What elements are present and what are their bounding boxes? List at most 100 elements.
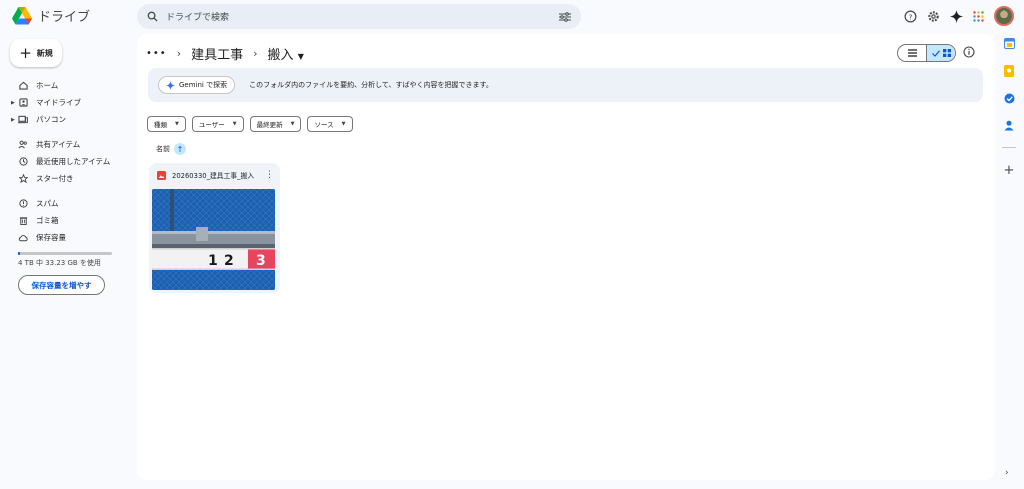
sidebar-item-label: パソコン <box>36 115 66 124</box>
breadcrumb-current[interactable]: 搬入 ▼ <box>268 44 304 63</box>
chevron-right-icon: › <box>253 47 258 60</box>
trash-icon <box>18 216 28 225</box>
expand-caret-icon[interactable]: ▶ <box>11 117 15 123</box>
breadcrumb-current-label: 搬入 <box>267 48 294 63</box>
sidebar-item-label: マイドライブ <box>36 98 81 107</box>
app-name: ドライブ <box>38 10 91 25</box>
filter-label: ソース <box>314 121 334 129</box>
caret-down-icon: ▼ <box>290 121 295 127</box>
sidebar-item-my-drive[interactable]: ▶ マイドライブ <box>10 94 120 111</box>
filter-label: 種類 <box>154 121 167 129</box>
main-panel: ••• › 建具工事 › 搬入 ▼ Gemini で探索 このフォルダ内のファイ… <box>137 34 995 480</box>
google-drive-icon <box>12 6 32 24</box>
keep-icon[interactable] <box>1004 65 1014 77</box>
apps-grid-icon[interactable] <box>973 10 984 22</box>
sidebar-item-label: ゴミ箱 <box>36 216 59 225</box>
gemini-explore-button[interactable]: Gemini で探索 <box>158 76 236 94</box>
caret-down-icon: ▼ <box>297 52 304 61</box>
sidebar-item-label: 共有アイテム <box>36 140 81 149</box>
gemini-prompt-text: このフォルダ内のファイルを要約、分析して、すばやく内容を把握できます。 <box>249 81 493 89</box>
cloud-icon <box>18 234 28 242</box>
svg-text:3: 3 <box>256 253 266 269</box>
image-file-icon <box>157 170 166 180</box>
file-thumbnail[interactable]: 1 2 3 <box>152 189 275 290</box>
nav-group-shared: 共有アイテム 最近使用したアイテム スター付き <box>10 136 120 187</box>
svg-text:2: 2 <box>224 253 234 269</box>
caret-down-icon: ▼ <box>175 121 179 127</box>
filter-people[interactable]: ユーザー ▼ <box>191 116 244 132</box>
rail-divider <box>1002 147 1016 148</box>
list-view-button[interactable] <box>898 45 926 61</box>
computers-icon <box>18 115 28 124</box>
chevron-right-icon: › <box>176 47 182 60</box>
sort-by-name[interactable]: 名前 ↑ <box>156 143 186 155</box>
new-button[interactable]: + 新規 <box>10 39 62 67</box>
file-name: 20260330_建具工事_搬入 <box>172 172 255 180</box>
caret-down-icon: ▼ <box>341 121 346 127</box>
filter-type[interactable]: 種類 ▼ <box>147 116 186 132</box>
tasks-icon[interactable] <box>1004 93 1015 104</box>
svg-text:?: ? <box>909 12 913 21</box>
plus-icon: + <box>19 43 32 62</box>
list-icon <box>907 49 917 57</box>
settings-icon[interactable] <box>927 10 940 23</box>
filter-modified[interactable]: 最終更新 ▼ <box>249 116 302 132</box>
filter-label: ユーザー <box>198 121 225 129</box>
side-panel-rail: + <box>997 38 1021 177</box>
sidebar-item-recent[interactable]: 最近使用したアイテム <box>10 153 120 170</box>
home-icon <box>18 81 28 90</box>
calendar-icon[interactable] <box>1003 38 1015 49</box>
check-icon <box>931 49 940 57</box>
gemini-button-label: Gemini で探索 <box>179 81 228 89</box>
sidebar-item-starred[interactable]: スター付き <box>10 170 120 187</box>
contacts-icon[interactable] <box>1004 120 1014 131</box>
more-options-icon[interactable]: ⋮ <box>265 170 274 180</box>
grid-view-button[interactable] <box>926 45 955 61</box>
spam-icon <box>18 199 28 208</box>
grid-icon <box>942 49 951 57</box>
sidebar-item-shared[interactable]: 共有アイテム <box>10 136 120 153</box>
get-more-storage-button[interactable]: 保存容量を増やす <box>18 275 105 295</box>
my-drive-icon <box>18 98 28 107</box>
sidebar-item-label: スパム <box>36 199 59 208</box>
sidebar-item-computers[interactable]: ▶ パソコン <box>10 111 120 128</box>
breadcrumb: ••• › 建具工事 › 搬入 ▼ <box>146 44 304 63</box>
filter-source[interactable]: ソース ▼ <box>307 116 353 132</box>
search-icon <box>147 11 158 22</box>
drive-logo[interactable]: ドライブ <box>12 6 90 25</box>
storage-usage-text: 4 TB 中 33.23 GB を使用 <box>18 259 101 267</box>
help-icon[interactable]: ? <box>904 10 917 23</box>
file-card[interactable]: 20260330_建具工事_搬入 ⋮ 1 2 3 <box>149 163 280 293</box>
breadcrumb-more-icon[interactable]: ••• <box>146 48 167 59</box>
account-avatar[interactable] <box>994 6 1014 26</box>
nav-group-main: ホーム ▶ マイドライブ ▶ パソコン <box>10 77 120 128</box>
sidebar-item-home[interactable]: ホーム <box>10 77 120 94</box>
search-options-icon[interactable] <box>559 11 571 22</box>
expand-caret-icon[interactable]: ▶ <box>11 100 15 106</box>
search-input[interactable]: ドライブで検索 <box>166 10 559 23</box>
sidebar-item-trash[interactable]: ゴミ箱 <box>10 212 120 229</box>
storage-meter <box>18 252 112 255</box>
sidebar-item-label: 最近使用したアイテム <box>36 157 111 166</box>
sidebar-item-label: スター付き <box>36 174 74 183</box>
sort-label: 名前 <box>156 145 170 153</box>
storage-meter-fill <box>18 252 20 255</box>
recent-icon <box>18 157 28 166</box>
search-bar[interactable]: ドライブで検索 <box>137 4 581 29</box>
gemini-banner: Gemini で探索 このフォルダ内のファイルを要約、分析して、すばやく内容を把… <box>148 68 983 102</box>
sidebar-item-spam[interactable]: スパム <box>10 195 120 212</box>
gemini-icon[interactable] <box>950 9 963 23</box>
sidebar-item-label: ホーム <box>36 81 59 90</box>
shared-icon <box>18 140 28 149</box>
sidebar-item-label: 保存容量 <box>36 233 66 242</box>
new-button-label: 新規 <box>36 48 53 58</box>
info-icon[interactable] <box>963 46 975 58</box>
add-addon-icon[interactable]: + <box>1004 164 1015 177</box>
chevron-right-icon[interactable]: › <box>1005 468 1009 478</box>
breadcrumb-parent[interactable]: 建具工事 <box>191 44 243 63</box>
sort-ascending-icon[interactable]: ↑ <box>174 143 186 155</box>
gemini-sparkle-icon <box>166 80 175 90</box>
sidebar-item-storage[interactable]: 保存容量 <box>10 229 120 246</box>
filter-label: 最終更新 <box>256 121 283 129</box>
filter-bar: 種類 ▼ ユーザー ▼ 最終更新 ▼ ソース ▼ <box>147 116 353 132</box>
